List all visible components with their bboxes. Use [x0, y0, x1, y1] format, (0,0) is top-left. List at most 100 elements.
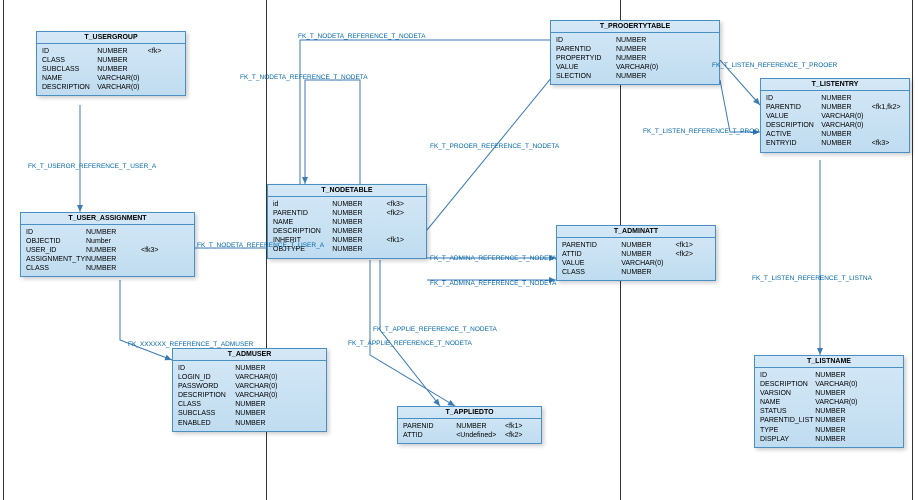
- column-fk: [148, 65, 180, 74]
- column-type: NUMBER: [616, 45, 671, 54]
- column-name: ATTID: [403, 431, 456, 440]
- column-row: SUBCLASSNUMBER: [178, 409, 321, 418]
- column-fk: [671, 45, 706, 54]
- entity-body: PARENTIDNUMBER<fk1>ATTIDNUMBER<fk2>VALUE…: [557, 238, 715, 280]
- relationship-label: FK_T_NODETA_REFERENCE_T_NODETA: [240, 74, 368, 81]
- column-name: ID: [42, 47, 97, 56]
- column-row: STATUSNUMBER: [760, 407, 898, 416]
- column-type: VARCHAR(0): [621, 259, 675, 268]
- column-fk: [141, 264, 176, 273]
- column-fk: <fk1>: [505, 422, 536, 431]
- column-row: PROPERTYIDNUMBER: [556, 54, 714, 63]
- column-type: VARCHAR(0): [235, 382, 287, 391]
- column-row: DESCRIPTIONVARCHAR(0): [178, 391, 321, 400]
- column-fk: [675, 259, 710, 268]
- column-name: CLASS: [178, 400, 235, 409]
- column-type: NUMBER: [97, 56, 148, 65]
- entity-t_usergroup[interactable]: T_USERGROUPIDNUMBER<fk>CLASSNUMBERSUBCLA…: [36, 31, 186, 96]
- column-type: NUMBER: [332, 236, 386, 245]
- entity-t_admuser[interactable]: T_ADMUSERIDNUMBERLOGIN_IDVARCHAR(0)PASSW…: [172, 348, 327, 432]
- column-fk: [866, 398, 898, 407]
- relationship-label: FK_T_LISTEN_REFERENCE_T_PROOER: [712, 62, 837, 69]
- entity-t_listentry[interactable]: T_LISTENTRYIDNUMBERPARENTIDNUMBER<fk1,fk…: [760, 78, 910, 153]
- column-name: DESCRIPTION: [766, 121, 821, 130]
- entity-t_prooertytable[interactable]: T_PROOERTYTABLEIDNUMBERPARENTIDNUMBERPRO…: [550, 20, 720, 85]
- column-type: NUMBER: [815, 416, 866, 425]
- column-fk: [866, 407, 898, 416]
- entity-t_appliedto[interactable]: T_APPLIEDTOPARENIDNUMBER<fk1>ATTID<Undef…: [397, 406, 542, 444]
- column-name: CLASS: [26, 264, 86, 273]
- column-name: SLECTION: [556, 72, 616, 81]
- column-name: DESCRIPTION: [760, 380, 815, 389]
- column-type: NUMBER: [821, 139, 872, 148]
- column-type: NUMBER: [332, 209, 386, 218]
- column-type: NUMBER: [235, 409, 287, 418]
- entity-body: IDNUMBERDESCRIPTIONVARCHAR(0)VARSIONNUMB…: [755, 368, 903, 447]
- column-type: Number: [86, 237, 141, 246]
- column-name: NAME: [760, 398, 815, 407]
- column-fk: [148, 83, 180, 92]
- column-row: NAMENUMBER: [273, 218, 421, 227]
- column-name: PASSWORD: [178, 382, 235, 391]
- column-name: ID: [766, 94, 821, 103]
- column-type: NUMBER: [456, 422, 505, 431]
- entity-t_adminatt[interactable]: T_ADMINATTPARENTIDNUMBER<fk1>ATTIDNUMBER…: [556, 225, 716, 281]
- column-row: DESCRIPTIONNUMBER: [273, 227, 421, 236]
- column-type: NUMBER: [616, 54, 671, 63]
- column-type: NUMBER: [86, 255, 141, 264]
- column-name: PARENTID: [273, 209, 332, 218]
- column-type: VARCHAR(0): [821, 112, 872, 121]
- relationship-label: FK_T_LISTEN_REFERENCE_T_PROO: [643, 128, 759, 135]
- column-row: DISPLAYNUMBER: [760, 435, 898, 444]
- column-fk: [288, 364, 321, 373]
- relationship-label: FK_T_PROOER_REFERENCE_T_NODETA: [430, 143, 559, 150]
- column-type: NUMBER: [97, 47, 148, 56]
- entity-t_user_assignment[interactable]: T_USER_ASSIGNMENTIDNUMBEROBJECTIDNumberU…: [20, 212, 195, 277]
- column-name: ID: [26, 228, 86, 237]
- column-name: NAME: [42, 74, 97, 83]
- relationship-label: FK_T_ADMINA_REFERENCE_T_NODETA: [430, 280, 556, 287]
- column-type: VARCHAR(0): [235, 373, 287, 382]
- column-type: <Undefined>: [456, 431, 505, 440]
- column-name: VALUE: [562, 259, 621, 268]
- column-fk: [671, 36, 706, 45]
- column-name: ID: [178, 364, 235, 373]
- column-name: LOGIN_ID: [178, 373, 235, 382]
- column-row: ATTIDNUMBER<fk2>: [562, 250, 710, 259]
- column-type: VARCHAR(0): [616, 63, 671, 72]
- column-type: NUMBER: [332, 218, 386, 227]
- column-row: IDNUMBER: [178, 364, 321, 373]
- column-type: NUMBER: [235, 364, 287, 373]
- column-type: NUMBER: [815, 426, 866, 435]
- column-type: NUMBER: [621, 250, 675, 259]
- column-row: DESCRIPTIONVARCHAR(0): [42, 83, 180, 92]
- column-fk: [675, 268, 710, 277]
- column-fk: [872, 112, 904, 121]
- column-row: IDNUMBER<fk>: [42, 47, 180, 56]
- column-type: NUMBER: [332, 227, 386, 236]
- entity-title: T_USERGROUP: [37, 32, 185, 44]
- column-fk: [866, 416, 898, 425]
- column-fk: [148, 74, 180, 83]
- column-name: ACTIVE: [766, 130, 821, 139]
- column-row: ATTID<Undefined><fk2>: [403, 431, 536, 440]
- column-fk: [671, 63, 706, 72]
- column-name: DESCRIPTION: [42, 83, 97, 92]
- column-type: NUMBER: [621, 268, 675, 277]
- column-type: NUMBER: [616, 36, 671, 45]
- column-type: NUMBER: [821, 130, 872, 139]
- column-fk: [141, 237, 176, 246]
- column-name: PARENTID: [562, 241, 621, 250]
- column-type: NUMBER: [815, 371, 866, 380]
- column-row: IDNUMBER: [760, 371, 898, 380]
- column-type: VARCHAR(0): [815, 398, 866, 407]
- column-fk: [288, 400, 321, 409]
- entity-t_listname[interactable]: T_LISTNAMEIDNUMBERDESCRIPTIONVARCHAR(0)V…: [754, 355, 904, 448]
- column-row: PARENIDNUMBER<fk1>: [403, 422, 536, 431]
- column-name: NAME: [273, 218, 332, 227]
- guide-line: [912, 0, 913, 500]
- column-name: PARENTID: [766, 103, 821, 112]
- guide-line: [3, 0, 4, 500]
- column-row: IDNUMBER: [766, 94, 904, 103]
- column-name: DISPLAY: [760, 435, 815, 444]
